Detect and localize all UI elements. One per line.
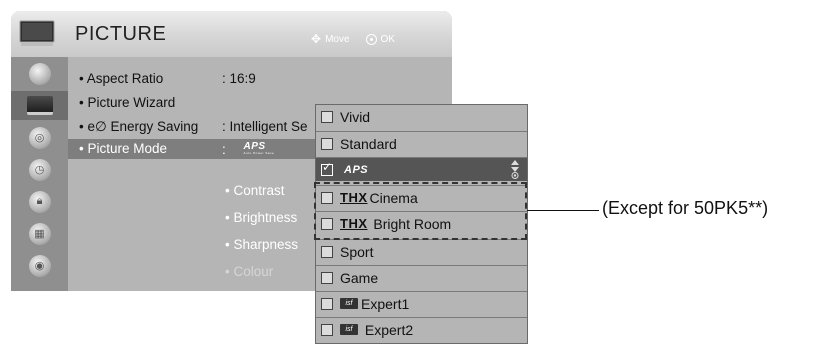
menu-title-bar: PICTURE ✥ Move OK: [11, 11, 452, 57]
sidebar-item-lock[interactable]: 🔒︎: [11, 187, 68, 216]
dropdown-item-label: Sport: [340, 243, 374, 260]
sub-setting-colour: • Colour: [225, 264, 274, 279]
network-icon: ◉: [28, 254, 51, 277]
sub-setting-sharpness: • Sharpness: [225, 237, 299, 252]
dropdown-item-expert2[interactable]: isf Expert2: [316, 317, 527, 341]
checkbox-icon: [321, 323, 333, 336]
dropdown-item-label: Expert2: [361, 321, 414, 338]
isf-logo: isf: [340, 298, 358, 309]
tv-icon: [19, 20, 55, 46]
sidebar-item-option[interactable]: ▦: [11, 219, 68, 248]
thx-items-highlight-box: [314, 182, 527, 240]
isf-logo: isf: [340, 324, 358, 335]
menu-row-label: • Aspect Ratio: [79, 71, 164, 86]
menu-row-label: • Picture Mode: [79, 141, 168, 156]
menu-row-colon: :: [222, 142, 226, 157]
checkbox-icon: [321, 137, 333, 150]
checkbox-icon: [321, 271, 333, 284]
scroll-arrows-icon: [511, 160, 519, 179]
menu-row-value: : 16:9: [222, 71, 256, 86]
move-hint-label: Move: [325, 33, 350, 45]
ok-hint-label: OK: [380, 33, 395, 45]
time-icon: ◷: [28, 158, 51, 181]
dropdown-item-label: APS: [344, 163, 369, 176]
option-icon: ▦: [28, 222, 51, 245]
dropdown-item-vivid[interactable]: Vivid: [316, 105, 527, 129]
menu-row-value: : APS Auto Power Save: [222, 141, 274, 157]
checkbox-icon: [321, 245, 333, 258]
sub-setting-contrast: • Contrast: [225, 183, 285, 198]
menu-row-label: • Picture Wizard: [79, 95, 176, 110]
category-sidebar: ◎ ◷ 🔒︎ ▦ ◉: [11, 57, 68, 291]
page-title: PICTURE: [75, 23, 167, 45]
dropdown-item-label: Expert1: [361, 295, 410, 312]
menu-row-label: • e∅ Energy Saving: [79, 119, 199, 134]
menu-row-aspect-ratio[interactable]: • Aspect Ratio : 16:9: [68, 69, 452, 89]
model-exception-note: (Except for 50PK5**): [602, 198, 769, 218]
sidebar-item-audio[interactable]: ◎: [11, 123, 68, 152]
checkbox-icon: [321, 297, 333, 310]
sidebar-item-time[interactable]: ◷: [11, 155, 68, 184]
aps-logo-subtext: Auto Power Save: [243, 151, 275, 155]
menu-row-value: : Intelligent Se: [222, 119, 308, 134]
dropdown-item-expert1[interactable]: isf Expert1: [316, 291, 527, 315]
disc-icon: [28, 62, 51, 85]
lock-icon: 🔒︎: [28, 190, 51, 213]
dropdown-item-sport[interactable]: Sport: [316, 239, 527, 263]
sidebar-item-network[interactable]: ◉: [11, 251, 68, 280]
dropdown-item-aps[interactable]: APS: [316, 157, 527, 181]
dropdown-item-label: Vivid: [340, 109, 371, 125]
sidebar-item-setup[interactable]: [11, 59, 68, 88]
dropdown-item-standard[interactable]: Standard: [316, 131, 527, 155]
navigate-arrows-icon: ✥: [311, 32, 322, 46]
audio-icon: ◎: [28, 126, 51, 149]
aps-logo: APS Auto Power Save: [244, 141, 275, 155]
dropdown-item-label: Standard: [340, 135, 397, 152]
checked-checkbox-icon: [321, 160, 333, 176]
dropdown-item-label: Game: [340, 269, 379, 286]
aps-logo: APS: [344, 164, 368, 176]
nav-hint: ✥ Move OK: [311, 32, 395, 46]
picture-icon: [26, 96, 53, 115]
dropdown-item-game[interactable]: Game: [316, 265, 527, 289]
sub-setting-brightness: • Brightness: [225, 210, 298, 225]
sidebar-item-picture[interactable]: [11, 91, 68, 120]
checkbox-icon: [321, 111, 333, 123]
annotation-leader-line: [527, 210, 599, 211]
ok-button-icon: [365, 33, 377, 45]
